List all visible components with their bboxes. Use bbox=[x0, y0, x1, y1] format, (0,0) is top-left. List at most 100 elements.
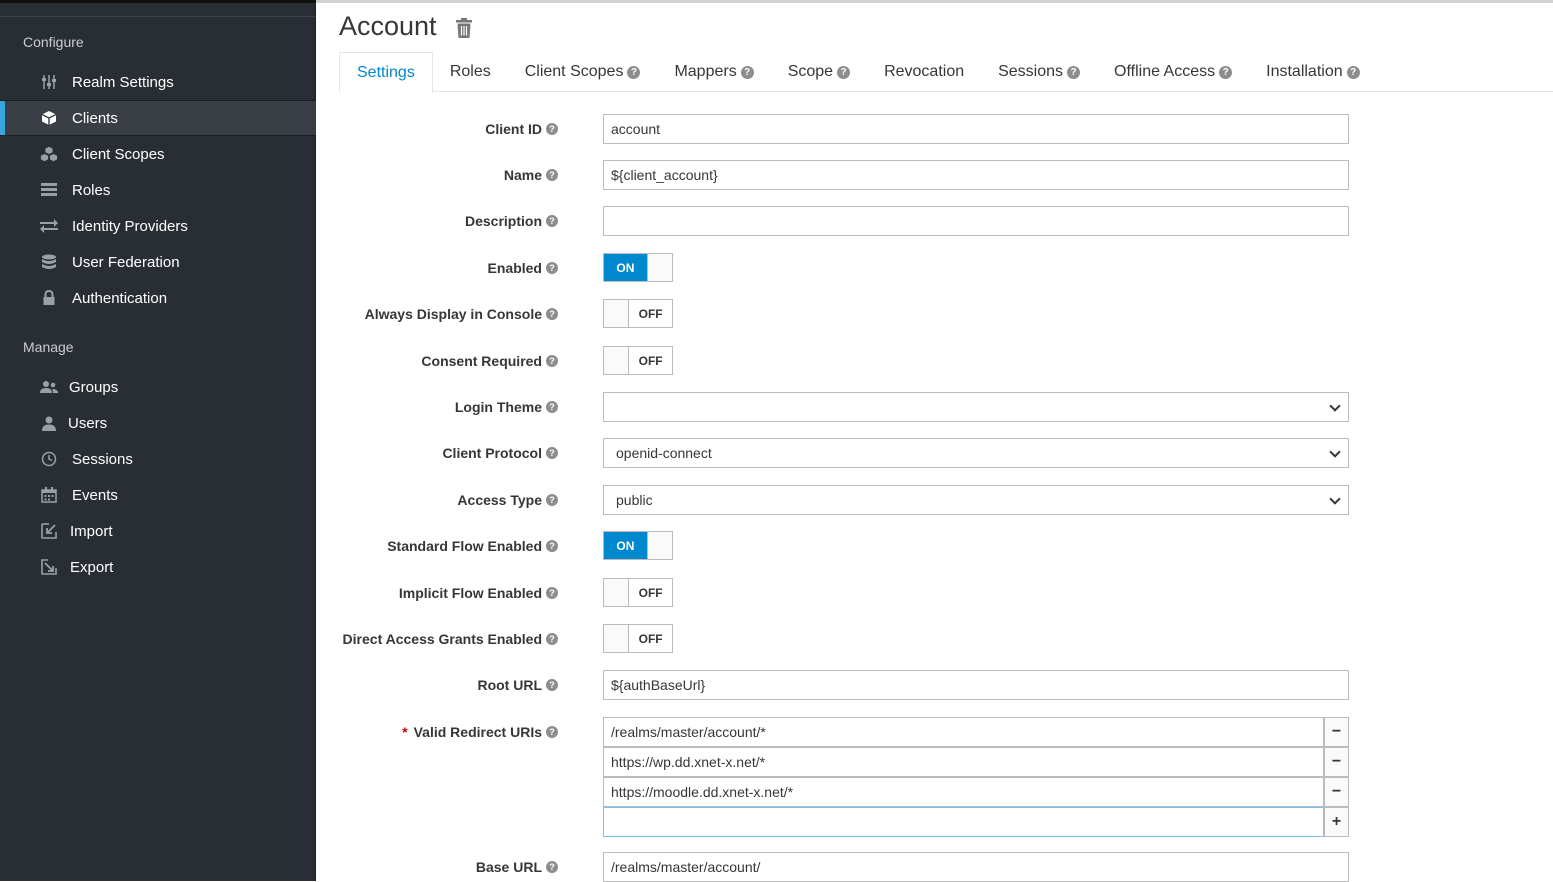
base-url-input[interactable]: /realms/master/account/ bbox=[603, 852, 1349, 882]
sidebar-item-label: Import bbox=[70, 522, 113, 540]
sidebar-item-export[interactable]: Export bbox=[0, 549, 316, 585]
trash-icon[interactable] bbox=[456, 18, 472, 38]
consent-required-toggle[interactable]: OFF bbox=[603, 346, 673, 375]
direct-access-toggle[interactable]: OFF bbox=[603, 624, 673, 653]
remove-uri-button[interactable]: − bbox=[1324, 717, 1349, 747]
login-theme-select[interactable] bbox=[603, 392, 1349, 422]
implicit-flow-toggle[interactable]: OFF bbox=[603, 578, 673, 607]
sidebar-item-label: Groups bbox=[69, 378, 119, 396]
sidebar-item-user-federation[interactable]: User Federation bbox=[0, 244, 316, 280]
form-row-root-url: Root URL? ${authBaseUrl} bbox=[316, 670, 1553, 700]
tab-scope[interactable]: Scope? bbox=[771, 52, 867, 92]
tab-offline-access[interactable]: Offline Access? bbox=[1097, 52, 1249, 92]
help-icon[interactable]: ? bbox=[546, 861, 558, 873]
sidebar-item-roles[interactable]: Roles bbox=[0, 172, 316, 208]
cubes-icon bbox=[40, 146, 58, 162]
form-row-implicit-flow: Implicit Flow Enabled? OFF bbox=[316, 578, 1553, 608]
field-label: Client Protocol? bbox=[442, 438, 558, 468]
help-icon: ? bbox=[837, 65, 851, 79]
form-row-client-protocol: Client Protocol? openid-connect bbox=[316, 438, 1553, 468]
tab-mappers[interactable]: Mappers? bbox=[657, 52, 770, 92]
redirect-uri-input[interactable]: /realms/master/account/* bbox=[603, 717, 1324, 747]
form-row-access-type: Access Type? public bbox=[316, 485, 1553, 515]
enabled-toggle[interactable]: ON bbox=[603, 253, 673, 282]
form-row-always-display: Always Display in Console? OFF bbox=[316, 299, 1553, 329]
lock-icon bbox=[40, 290, 58, 306]
label-text: Direct Access Grants Enabled bbox=[342, 631, 542, 647]
field-label: Login Theme? bbox=[455, 392, 558, 422]
access-type-select[interactable]: public bbox=[603, 485, 1349, 515]
redirect-uri-new-input[interactable] bbox=[603, 807, 1324, 837]
sidebar-item-users[interactable]: Users bbox=[0, 405, 316, 441]
tab-sessions[interactable]: Sessions? bbox=[981, 52, 1097, 92]
sidebar-item-label: Client Scopes bbox=[72, 145, 165, 163]
form-row-name: Name? ${client_account} bbox=[316, 160, 1553, 190]
exchange-icon bbox=[40, 218, 58, 234]
help-icon[interactable]: ? bbox=[546, 494, 558, 506]
toggle-knob bbox=[604, 579, 630, 606]
toggle-knob bbox=[604, 625, 630, 652]
tab-revocation[interactable]: Revocation bbox=[867, 52, 981, 92]
form-row-base-url: Base URL? /realms/master/account/ bbox=[316, 852, 1553, 882]
sidebar-item-label: Authentication bbox=[72, 289, 168, 307]
field-label: Always Display in Console? bbox=[365, 299, 558, 329]
chevron-down-icon bbox=[1329, 400, 1341, 412]
sidebar-item-identity-providers[interactable]: Identity Providers bbox=[0, 208, 316, 244]
field-label: Direct Access Grants Enabled? bbox=[343, 624, 558, 654]
name-input[interactable]: ${client_account} bbox=[603, 160, 1349, 190]
redirect-uri-input[interactable]: https://wp.dd.xnet-x.net/* bbox=[603, 747, 1324, 777]
field-label: Implicit Flow Enabled? bbox=[399, 578, 558, 608]
help-icon: ? bbox=[627, 65, 641, 79]
help-icon[interactable]: ? bbox=[546, 540, 558, 552]
sidebar-section-configure: Configure bbox=[23, 34, 84, 50]
remove-uri-button[interactable]: − bbox=[1324, 747, 1349, 777]
help-icon[interactable]: ? bbox=[546, 169, 558, 181]
sidebar-item-clients[interactable]: Clients bbox=[0, 100, 316, 136]
sidebar-item-client-scopes[interactable]: Client Scopes bbox=[0, 136, 316, 172]
chevron-down-icon bbox=[1329, 493, 1341, 505]
help-icon[interactable]: ? bbox=[546, 587, 558, 599]
help-icon[interactable]: ? bbox=[546, 447, 558, 459]
standard-flow-toggle[interactable]: ON bbox=[603, 531, 673, 560]
help-icon[interactable]: ? bbox=[546, 401, 558, 413]
tab-installation[interactable]: Installation? bbox=[1249, 52, 1377, 92]
label-text: Valid Redirect URIs bbox=[413, 724, 542, 740]
sidebar-item-events[interactable]: Events bbox=[0, 477, 316, 513]
help-icon[interactable]: ? bbox=[546, 215, 558, 227]
redirect-uri-input[interactable]: https://moodle.dd.xnet-x.net/* bbox=[603, 777, 1324, 807]
toggle-state: OFF bbox=[638, 631, 663, 646]
label-text: Root URL bbox=[477, 677, 542, 693]
help-icon[interactable]: ? bbox=[546, 308, 558, 320]
help-icon[interactable]: ? bbox=[546, 262, 558, 274]
help-icon[interactable]: ? bbox=[546, 123, 558, 135]
root-url-input[interactable]: ${authBaseUrl} bbox=[603, 670, 1349, 700]
calendar-icon bbox=[40, 487, 58, 503]
add-uri-button[interactable]: + bbox=[1324, 807, 1349, 837]
form-row-login-theme: Login Theme? bbox=[316, 392, 1553, 422]
field-label: Access Type? bbox=[457, 485, 558, 515]
help-icon[interactable]: ? bbox=[546, 679, 558, 691]
sidebar-item-import[interactable]: Import bbox=[0, 513, 316, 549]
help-icon[interactable]: ? bbox=[546, 633, 558, 645]
client-id-input[interactable]: account bbox=[603, 114, 1349, 144]
help-icon: ? bbox=[1346, 65, 1360, 79]
sidebar-item-label: User Federation bbox=[72, 253, 180, 271]
tab-client-scopes[interactable]: Client Scopes? bbox=[508, 52, 658, 92]
tab-settings[interactable]: Settings bbox=[339, 52, 433, 93]
always-display-toggle[interactable]: OFF bbox=[603, 299, 673, 328]
help-icon[interactable]: ? bbox=[546, 726, 558, 738]
form-row-standard-flow: Standard Flow Enabled? ON bbox=[316, 531, 1553, 561]
sidebar-item-sessions[interactable]: Sessions bbox=[0, 441, 316, 477]
import-icon bbox=[40, 523, 58, 539]
sidebar-item-realm-settings[interactable]: Realm Settings bbox=[0, 64, 316, 100]
sidebar-item-groups[interactable]: Groups bbox=[0, 369, 316, 405]
sidebar-item-authentication[interactable]: Authentication bbox=[0, 280, 316, 316]
form-row-direct-access: Direct Access Grants Enabled? OFF bbox=[316, 624, 1553, 654]
remove-uri-button[interactable]: − bbox=[1324, 777, 1349, 807]
form-row-redirect-uris: * Valid Redirect URIs? /realms/master/acc… bbox=[316, 717, 1553, 837]
client-protocol-select[interactable]: openid-connect bbox=[603, 438, 1349, 468]
toggle-knob bbox=[604, 300, 630, 327]
help-icon[interactable]: ? bbox=[546, 355, 558, 367]
description-input[interactable] bbox=[603, 206, 1349, 236]
tab-roles[interactable]: Roles bbox=[433, 52, 508, 92]
